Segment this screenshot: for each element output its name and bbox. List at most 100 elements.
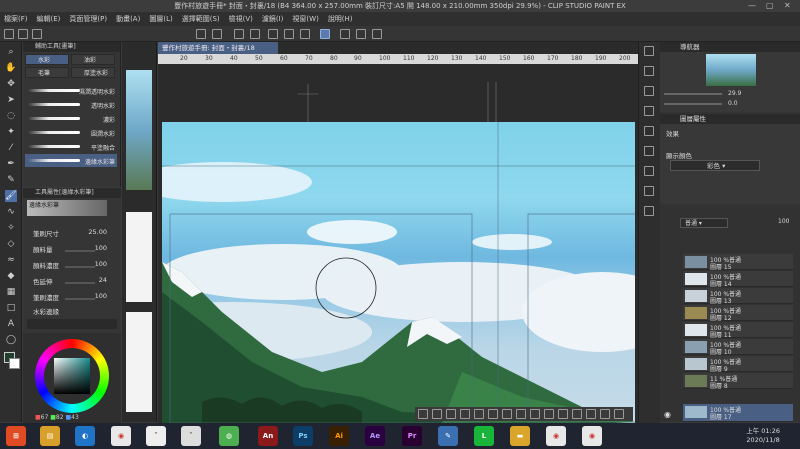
watercolor-edge-row[interactable]: 水彩邊緣: [33, 306, 119, 317]
eyedropper-icon[interactable]: ⁄: [5, 142, 17, 154]
layer-row[interactable]: 100 %普通 圖層 12: [683, 305, 793, 322]
color-history-icon[interactable]: [644, 146, 654, 156]
pencil-tool-icon[interactable]: ✎: [5, 174, 17, 186]
tab-ink-brush[interactable]: 毛筆: [25, 67, 69, 78]
fill-icon[interactable]: [250, 29, 260, 39]
brush-density-row[interactable]: 筆刷濃度 100: [33, 292, 119, 303]
angle-slider[interactable]: [664, 103, 722, 105]
new-tone-icon[interactable]: [530, 409, 540, 419]
rotate-icon[interactable]: [600, 409, 610, 419]
history-icon[interactable]: [644, 126, 654, 136]
file-explorer-icon[interactable]: ▤: [40, 426, 60, 446]
move-tool-icon[interactable]: ✥: [5, 78, 17, 90]
after-effects-icon[interactable]: Ae: [365, 426, 385, 446]
blend-tool-icon[interactable]: ≈: [5, 254, 17, 266]
page-thumbnail[interactable]: [126, 212, 152, 302]
taskbar-app-icon[interactable]: ◐: [75, 426, 95, 446]
menu-help[interactable]: 說明(H): [328, 14, 353, 24]
snap-ruler-icon[interactable]: [340, 29, 350, 39]
pointer-tool-icon[interactable]: ➤: [5, 94, 17, 106]
save-icon[interactable]: [32, 29, 42, 39]
show-selection-icon[interactable]: [320, 29, 330, 39]
figure-tool-icon[interactable]: □: [5, 302, 17, 314]
folder-icon[interactable]: ▬: [510, 426, 530, 446]
brush-size-row[interactable]: 筆刷尺寸 25.00: [33, 228, 119, 239]
gradient-tool-icon[interactable]: ▦: [5, 286, 17, 298]
layer-row-selected[interactable]: 100 %普通 圖層 17: [683, 404, 793, 422]
chrome-icon[interactable]: ◉: [111, 426, 131, 446]
text-tool-icon[interactable]: A: [5, 318, 17, 330]
sub-color-swatch[interactable]: [9, 358, 20, 369]
menu-filter[interactable]: 濾鏡(I): [262, 14, 284, 24]
menu-view[interactable]: 檢視(V): [229, 14, 253, 24]
paint-amount-row[interactable]: 顏料量 100: [33, 244, 119, 255]
menu-file[interactable]: 檔案(F): [4, 14, 28, 24]
material-icon[interactable]: [644, 86, 654, 96]
zoom-slider[interactable]: [664, 93, 722, 95]
airbrush-tool-icon[interactable]: ∿: [5, 206, 17, 218]
redo-icon[interactable]: [212, 29, 222, 39]
menu-page[interactable]: 頁面管理(P): [69, 14, 107, 24]
zoom-value[interactable]: 29.9: [728, 90, 741, 97]
page-thumbnail[interactable]: [126, 70, 152, 190]
brush-item[interactable]: 濕潤透明水彩: [25, 84, 117, 97]
clip-studio-icon[interactable]: ˇ: [146, 426, 166, 446]
navigator-preview[interactable]: [706, 54, 756, 86]
deselect-icon[interactable]: [284, 29, 294, 39]
menu-window[interactable]: 視窗(W): [292, 14, 318, 24]
layer-row[interactable]: 100 %普通 圖層 11: [683, 322, 793, 339]
shrink-selection-icon[interactable]: [502, 409, 512, 419]
scale-icon[interactable]: [586, 409, 596, 419]
layer-row[interactable]: 100 %普通 圖層 13: [683, 288, 793, 305]
gear-icon[interactable]: [644, 66, 654, 76]
start-icon[interactable]: ⊞: [6, 426, 26, 446]
open-file-icon[interactable]: [18, 29, 28, 39]
eraser-tool-icon[interactable]: ◇: [5, 238, 17, 250]
expand-selection-icon[interactable]: [488, 409, 498, 419]
line-icon[interactable]: L: [474, 426, 494, 446]
paint-icon[interactable]: ✎: [438, 426, 458, 446]
clip-studio-paint-icon[interactable]: ˇ: [181, 426, 201, 446]
saturation-square[interactable]: [54, 358, 90, 394]
copy-icon[interactable]: [558, 409, 568, 419]
menu-animation[interactable]: 動畫(A): [116, 14, 140, 24]
brush-item[interactable]: 圓潤水彩: [25, 126, 117, 139]
blend-mode-select[interactable]: 普通 ▾: [680, 218, 728, 228]
tab-watercolor[interactable]: 水彩: [25, 54, 69, 65]
taskbar-app-icon[interactable]: ◍: [219, 426, 239, 446]
artwork-canvas[interactable]: [162, 122, 635, 423]
layer-row[interactable]: 100 %普通 圖層 10: [683, 339, 793, 356]
brush-item-selected[interactable]: 邊緣水彩筆: [25, 154, 117, 167]
color-set-icon[interactable]: [644, 166, 654, 176]
document-tab[interactable]: 豐作村旅遊手冊: 封面・封裏/18: [158, 42, 278, 54]
item-bank-icon[interactable]: [644, 206, 654, 216]
pen-tool-icon[interactable]: ✒: [5, 158, 17, 170]
fill-icon[interactable]: [516, 409, 526, 419]
auto-action-icon[interactable]: [644, 186, 654, 196]
paint-density-row[interactable]: 顏料濃度 100: [33, 260, 119, 271]
brush-item[interactable]: 濃彩: [25, 112, 117, 125]
layer-row[interactable]: 100 %普通 圖層 14: [683, 271, 793, 288]
color-stretch-row[interactable]: 色延伸 24: [33, 276, 119, 287]
clear-outside-icon[interactable]: [446, 409, 456, 419]
decoration-tool-icon[interactable]: ✧: [5, 222, 17, 234]
angle-value[interactable]: 0.0: [728, 100, 738, 107]
tab-oil[interactable]: 油彩: [71, 54, 115, 65]
snap-special-ruler-icon[interactable]: [356, 29, 366, 39]
eye-icon[interactable]: ◉: [664, 410, 671, 419]
layer-row[interactable]: 100 %普通 圖層 9: [683, 356, 793, 373]
balloon-tool-icon[interactable]: ◯: [5, 334, 17, 346]
hand-tool-icon[interactable]: ✋: [5, 62, 17, 74]
layer-search-icon[interactable]: [644, 106, 654, 116]
premiere-icon[interactable]: Pr: [402, 426, 422, 446]
invert-selection-icon[interactable]: [300, 29, 310, 39]
zoom-tool-icon[interactable]: ⌕: [5, 46, 17, 58]
illustrator-icon[interactable]: Ai: [329, 426, 349, 446]
paste-icon[interactable]: [572, 409, 582, 419]
search-icon[interactable]: [644, 46, 654, 56]
tab-thick-watercolor[interactable]: 厚塗水彩: [71, 67, 115, 78]
lasso-tool-icon[interactable]: ◌: [5, 110, 17, 122]
flip-icon[interactable]: [614, 409, 624, 419]
opacity-value[interactable]: 100: [778, 218, 789, 225]
undo-icon[interactable]: [196, 29, 206, 39]
